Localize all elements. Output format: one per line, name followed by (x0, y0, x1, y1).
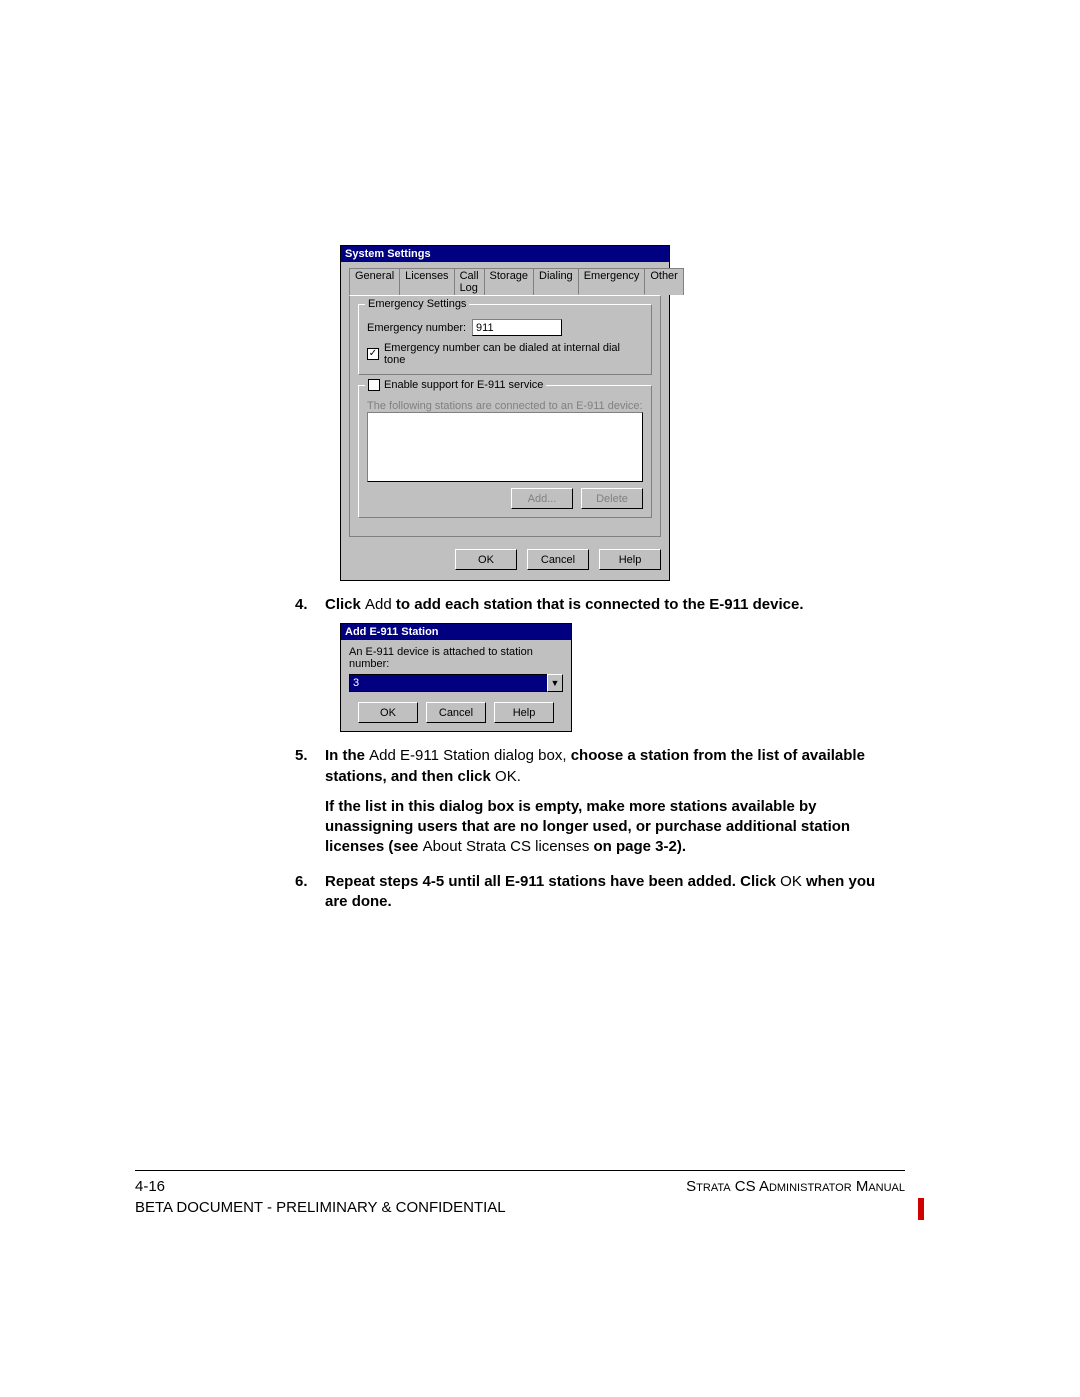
group-legend: Emergency Settings (365, 298, 469, 310)
ok-button[interactable]: OK (455, 549, 517, 570)
manual-title: Strata CS Administrator Manual (686, 1178, 905, 1195)
system-settings-dialog: System Settings General Licenses Call Lo… (340, 245, 670, 581)
cancel-button[interactable]: Cancel (527, 549, 589, 570)
dialog-title: System Settings (341, 246, 669, 262)
tab-licenses[interactable]: Licenses (399, 268, 454, 295)
tab-panel: Emergency Settings Emergency number: ✓ E… (349, 295, 661, 537)
help-button[interactable]: Help (494, 702, 554, 723)
add-button[interactable]: Add... (511, 488, 573, 509)
tab-other[interactable]: Other (644, 268, 684, 295)
tab-dialing[interactable]: Dialing (533, 268, 579, 295)
page-number: 4-16 (135, 1178, 165, 1195)
checkbox-label: Emergency number can be dialed at intern… (384, 342, 643, 366)
confidential-notice: BETA DOCUMENT - PRELIMINARY & CONFIDENTI… (135, 1199, 905, 1216)
step-number: 5. (295, 746, 325, 857)
stations-listbox[interactable] (367, 412, 643, 482)
page-footer: 4-16 Strata CS Administrator Manual BETA… (135, 1178, 905, 1216)
enable-e911-checkbox[interactable] (368, 379, 380, 391)
delete-button[interactable]: Delete (581, 488, 643, 509)
combo-value: 3 (349, 674, 547, 692)
emergency-number-input[interactable] (472, 319, 562, 336)
tab-strip: General Licenses Call Log Storage Dialin… (349, 268, 661, 295)
e911-group: Enable support for E-911 service The fol… (358, 385, 652, 518)
cancel-button[interactable]: Cancel (426, 702, 486, 723)
tab-general[interactable]: General (349, 268, 400, 295)
footer-rule (135, 1170, 905, 1171)
emergency-number-label: Emergency number: (367, 322, 466, 334)
revision-bar (918, 1198, 924, 1220)
tab-emergency[interactable]: Emergency (578, 268, 646, 295)
add-e911-dialog: Add E-911 Station An E-911 device is att… (340, 623, 572, 732)
dialog-title: Add E-911 Station (341, 624, 571, 640)
check-icon: ✓ (367, 348, 379, 360)
step-5-text: In the Add E-911 Station dialog box, cho… (325, 746, 885, 857)
ok-button[interactable]: OK (358, 702, 418, 723)
emergency-settings-group: Emergency Settings Emergency number: ✓ E… (358, 304, 652, 375)
step-number: 4. (295, 595, 325, 615)
tab-storage[interactable]: Storage (484, 268, 535, 295)
dial-at-internal-tone-checkbox[interactable]: ✓ Emergency number can be dialed at inte… (367, 342, 643, 366)
step-number: 6. (295, 872, 325, 913)
add-dialog-label: An E-911 device is attached to station n… (349, 646, 563, 670)
step-4-text: Click Add to add each station that is co… (325, 595, 804, 615)
help-button[interactable]: Help (599, 549, 661, 570)
enable-e911-label: Enable support for E-911 service (384, 379, 543, 391)
station-combo[interactable]: 3 ▼ (349, 674, 563, 692)
step-6-text: Repeat steps 4-5 until all E-911 station… (325, 872, 885, 913)
tab-calllog[interactable]: Call Log (454, 268, 485, 295)
stations-list-label: The following stations are connected to … (367, 400, 643, 412)
chevron-down-icon[interactable]: ▼ (547, 674, 563, 692)
